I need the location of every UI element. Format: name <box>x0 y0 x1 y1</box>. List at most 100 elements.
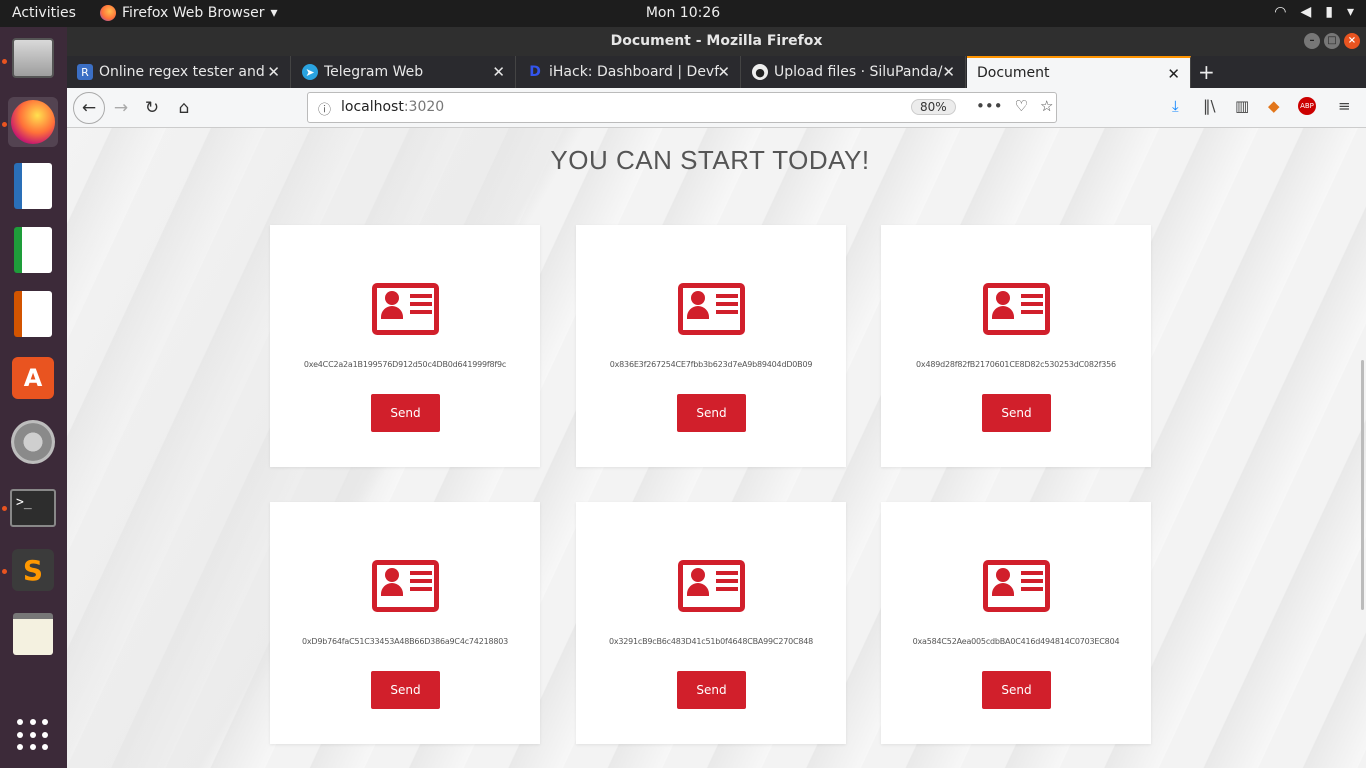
metamask-icon[interactable]: ◆ <box>1268 97 1280 115</box>
scrollbar[interactable] <box>1361 360 1364 610</box>
wallet-card: 0x836E3f267254CE7fbb3b623d7eA9b89404dD0B… <box>576 225 846 467</box>
page-headline: YOU CAN START TODAY! <box>550 145 870 175</box>
calc-icon <box>14 227 52 273</box>
devfolio-favicon-icon: D <box>529 64 541 80</box>
app-menu-label: Firefox Web Browser <box>122 5 265 21</box>
dock-calc[interactable] <box>8 225 58 275</box>
tab-telegram[interactable]: ➤ Telegram Web ✕ <box>292 56 516 88</box>
close-window-button[interactable]: × <box>1344 33 1360 49</box>
dock-firefox[interactable] <box>8 97 58 147</box>
bookmark-star-icon[interactable]: ☆ <box>1040 97 1053 115</box>
tab-devfolio[interactable]: D iHack: Dashboard | Devfo ✕ <box>517 56 741 88</box>
send-button[interactable]: Send <box>982 394 1051 432</box>
tab-github[interactable]: ● Upload files · SiluPanda/ ✕ <box>742 56 966 88</box>
wallet-card: 0x489d28f82fB2170601CE8D82c530253dC082f3… <box>881 225 1151 467</box>
library-icon[interactable]: ‖\ <box>1203 97 1216 115</box>
pocket-icon[interactable]: ♡ <box>1015 97 1028 115</box>
send-button[interactable]: Send <box>677 394 746 432</box>
id-card-icon <box>678 283 745 335</box>
dock-sublime[interactable]: S <box>8 545 58 595</box>
info-icon[interactable]: ⓘ <box>318 99 331 118</box>
chevron-down-icon[interactable]: ▾ <box>1347 4 1354 20</box>
text-editor-icon <box>13 613 53 655</box>
dock-settings[interactable] <box>8 417 58 467</box>
firefox-window: Document - Mozilla Firefox – □ × R Onlin… <box>67 27 1366 768</box>
back-button[interactable]: ← <box>73 92 105 124</box>
wifi-icon[interactable]: ◠ <box>1274 4 1286 20</box>
impress-icon <box>14 291 52 337</box>
system-tray[interactable]: ◠ ◀ ▮ ▾ <box>1274 4 1354 20</box>
window-controls: – □ × <box>1304 33 1360 49</box>
home-button[interactable]: ⌂ <box>172 96 196 120</box>
wallet-card: 0xD9b764faC51C33453A48B66D386a9C4c742188… <box>270 502 540 744</box>
wallet-card: 0x3291cB9cB6c483D41c51b0f4648CBA99C270C8… <box>576 502 846 744</box>
github-favicon-icon: ● <box>752 64 768 80</box>
send-button[interactable]: Send <box>371 394 440 432</box>
wallet-address: 0xD9b764faC51C33453A48B66D386a9C4c742188… <box>301 637 509 646</box>
close-tab-icon[interactable]: ✕ <box>267 63 280 81</box>
zoom-indicator[interactable]: 80% <box>911 99 956 115</box>
send-button[interactable]: Send <box>677 671 746 709</box>
id-card-icon <box>372 560 439 612</box>
app-menu[interactable]: Firefox Web Browser ▾ <box>100 5 278 21</box>
send-button[interactable]: Send <box>371 671 440 709</box>
minimize-button[interactable]: – <box>1304 33 1320 49</box>
new-tab-button[interactable]: + <box>1198 60 1215 84</box>
maximize-button[interactable]: □ <box>1324 33 1340 49</box>
tab-regex[interactable]: R Online regex tester and d ✕ <box>67 56 291 88</box>
dock-files[interactable] <box>8 33 58 83</box>
page-actions-icon[interactable]: ••• <box>976 97 1003 115</box>
running-indicator <box>2 122 7 127</box>
terminal-icon: >_ <box>10 489 56 527</box>
dock-show-apps[interactable] <box>8 710 58 760</box>
running-indicator <box>2 506 7 511</box>
sidebar-icon[interactable]: ▥ <box>1235 97 1249 115</box>
id-card-icon <box>678 560 745 612</box>
reload-button[interactable]: ↻ <box>140 96 164 120</box>
firefox-icon <box>100 5 116 21</box>
wallet-address: 0x836E3f267254CE7fbb3b623d7eA9b89404dD0B… <box>609 360 813 369</box>
close-tab-icon[interactable]: ✕ <box>717 63 730 81</box>
wallet-address: 0xe4CC2a2a1B199576D912d50c4DB0d641999f8f… <box>303 360 507 369</box>
window-title: Document - Mozilla Firefox <box>610 33 823 49</box>
activities-button[interactable]: Activities <box>12 5 76 21</box>
dock-software[interactable]: A <box>8 353 58 403</box>
firefox-icon <box>11 100 55 144</box>
running-indicator <box>2 59 7 64</box>
url-port: :3020 <box>403 99 445 115</box>
settings-icon <box>11 420 55 464</box>
hamburger-menu-icon[interactable]: ≡ <box>1338 97 1351 115</box>
close-tab-icon[interactable]: ✕ <box>1167 65 1180 83</box>
close-tab-icon[interactable]: ✕ <box>492 63 505 81</box>
tab-document[interactable]: Document ✕ <box>967 56 1191 88</box>
forward-button[interactable]: → <box>109 96 133 120</box>
url-host: localhost <box>341 99 404 115</box>
writer-icon <box>14 163 52 209</box>
wallet-address: 0x3291cB9cB6c483D41c51b0f4648CBA99C270C8… <box>608 637 814 646</box>
dock-text-editor[interactable] <box>8 609 58 659</box>
close-tab-icon[interactable]: ✕ <box>942 63 955 81</box>
url-bar[interactable]: ⓘ localhost:3020 80% ••• ♡ ☆ <box>307 92 1057 123</box>
wallet-card: 0xe4CC2a2a1B199576D912d50c4DB0d641999f8f… <box>270 225 540 467</box>
dock-terminal[interactable]: >_ <box>8 483 58 533</box>
telegram-favicon-icon: ➤ <box>302 64 318 80</box>
tab-title: Online regex tester and d <box>99 64 269 80</box>
system-top-bar: Activities Firefox Web Browser ▾ Mon 10:… <box>0 0 1366 27</box>
id-card-icon <box>372 283 439 335</box>
id-card-icon <box>983 560 1050 612</box>
volume-icon[interactable]: ◀ <box>1300 4 1311 20</box>
tab-title: Telegram Web <box>324 64 424 80</box>
dock-writer[interactable] <box>8 161 58 211</box>
battery-icon[interactable]: ▮ <box>1325 4 1333 20</box>
adblock-icon[interactable]: ABP <box>1298 97 1316 115</box>
tab-title: Upload files · SiluPanda/ <box>774 64 943 80</box>
tab-title: iHack: Dashboard | Devfo <box>549 64 719 80</box>
downloads-icon[interactable]: ⤓ <box>1172 97 1179 115</box>
chevron-down-icon: ▾ <box>270 5 278 21</box>
wallet-card: 0xa584C52Aea005cdbBA0C416d494814C0703EC8… <box>881 502 1151 744</box>
url-text[interactable]: localhost:3020 <box>341 99 444 115</box>
dock-impress[interactable] <box>8 289 58 339</box>
running-indicator <box>2 569 7 574</box>
sublime-text-icon: S <box>12 549 54 591</box>
send-button[interactable]: Send <box>982 671 1051 709</box>
